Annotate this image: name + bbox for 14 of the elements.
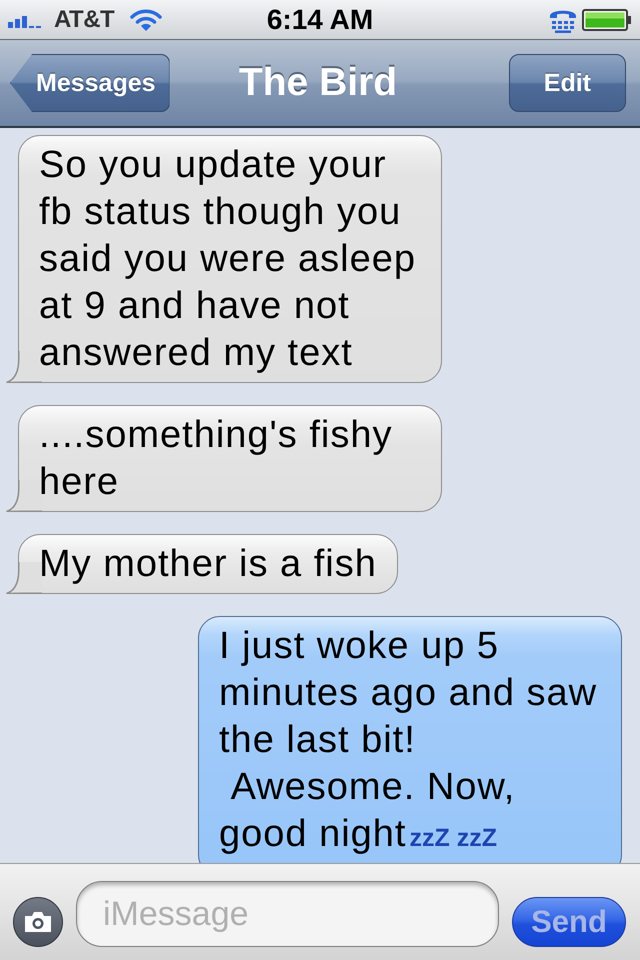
message-input[interactable]: iMessage: [76, 881, 499, 947]
carrier-name: AT&T: [54, 6, 114, 34]
clock-time: 6:14 AM: [266, 4, 374, 36]
edit-button[interactable]: Edit: [508, 54, 626, 112]
conversation-title: The Bird: [238, 61, 398, 105]
message-text: ....something's fishy here: [39, 414, 394, 503]
back-button[interactable]: Messages: [10, 54, 170, 112]
message-text: My mother is a fish: [39, 543, 377, 585]
message-text: I just woke up 5 minutes ago and saw the last bit! Awesome. Now, good nightzzZ zzZ: [219, 625, 598, 855]
camera-button[interactable]: [13, 897, 63, 947]
message-text: So you update your fb status though you said you were asleep at 9 and have not answered my text: [39, 144, 417, 374]
battery-icon: [582, 8, 632, 30]
camera-icon: [24, 911, 52, 933]
wifi-icon: [130, 8, 162, 32]
